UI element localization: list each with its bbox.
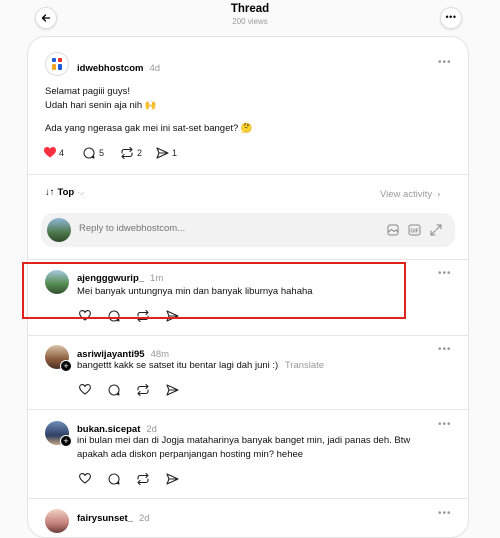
divider [28,174,468,175]
comment-button[interactable]: 5 [83,147,104,159]
post-line-2: Udah hari senin aja nih 🙌 [45,100,157,111]
reply-input[interactable] [77,222,351,235]
heart-filled-icon [44,147,56,158]
reply-header: fairysunset_ 2d [77,508,150,526]
view-activity-link[interactable]: View activity › [380,189,440,200]
like-count: 4 [59,147,65,158]
idwebhost-avatar[interactable] [45,52,69,76]
reply-more-icon[interactable]: ••• [438,268,452,279]
reply-text-line-2: apakah ada diskon perpanjangan hosting m… [77,449,304,460]
reply-composer[interactable]: GIF [41,213,455,247]
post-more-icon[interactable]: ••• [438,57,452,68]
repost-icon [121,147,133,159]
follow-plus-icon[interactable]: + [60,360,72,372]
comment-count: 5 [99,148,105,158]
repost-count: 2 [137,148,143,158]
my-avatar [47,218,71,242]
send-icon [156,147,169,159]
translate-link[interactable]: Translate [285,360,324,371]
reply-text: bangettt kakk se satset itu bentar lagi … [77,360,279,371]
reply-repost-button[interactable] [136,384,150,396]
idwebhost-logo-icon [52,58,62,70]
chevron-right-icon: › [437,189,441,200]
divider [28,259,468,260]
image-icon[interactable] [387,224,399,236]
expand-icon[interactable] [430,224,442,236]
repost-icon [137,384,149,396]
repost-button[interactable]: 2 [120,147,142,159]
chevron-down-icon: ⌵ [78,187,85,197]
follow-plus-icon[interactable]: + [60,435,72,447]
reply-more-icon[interactable]: ••• [438,508,452,519]
view-activity-label: View activity [380,189,433,200]
reply-username[interactable]: fairysunset_ [77,513,133,524]
reply-comment-button[interactable] [108,384,120,396]
svg-text:GIF: GIF [410,229,418,235]
top-bar: Thread 200 views ••• [0,0,500,36]
reply-more-icon[interactable]: ••• [438,419,452,430]
reply-text-line-1: ini bulan mei dan di Jogja mataharinya b… [77,435,411,446]
reply-share-button[interactable] [166,384,179,396]
divider [28,335,468,336]
repost-icon [137,473,149,485]
views-count: 200 views [232,17,268,26]
reply-repost-button[interactable] [136,473,150,485]
reply-time: 2d [138,513,150,524]
gif-icon[interactable]: GIF [408,224,421,236]
like-button[interactable]: 4 [44,147,64,158]
divider [28,409,468,410]
comment-icon [108,384,120,396]
reply-like-button[interactable] [79,473,91,484]
heart-icon [79,473,91,484]
more-icon: ••• [445,11,457,22]
post-username[interactable]: idwebhostcom [77,63,144,74]
thread-menu-button[interactable]: ••• [440,7,462,29]
highlight-box [22,262,406,319]
page-title: Thread [230,3,270,15]
post-header: idwebhostcom 4d [77,58,160,76]
heart-icon [79,384,91,395]
share-count: 1 [172,148,178,158]
send-icon [166,384,179,396]
share-button[interactable]: 1 [156,147,177,159]
sort-icon: ↓↑ [45,187,55,198]
sort-label: Top [57,187,75,198]
reply-comment-button[interactable] [108,473,120,485]
post-line-3: Ada yang ngerasa gak mei ini sat-set ban… [45,123,253,134]
reply-avatar[interactable] [45,509,69,533]
post-time: 4d [149,63,161,74]
reply-like-button[interactable] [79,384,91,395]
sort-dropdown[interactable]: ↓↑ Top ⌵ [45,187,84,198]
comment-icon [108,473,120,485]
post-line-1: Selamat pagiii guys! [45,86,131,97]
reply-more-icon[interactable]: ••• [438,344,452,355]
send-icon [166,473,179,485]
reply-text-row: bangettt kakk se satset itu bentar lagi … [77,359,324,373]
divider [28,498,468,499]
reply-share-button[interactable] [166,473,179,485]
comment-icon [83,147,95,159]
